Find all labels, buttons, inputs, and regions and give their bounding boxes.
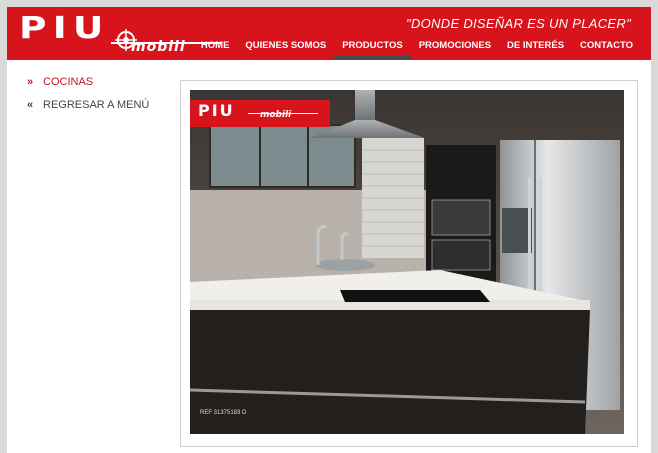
double-chevron-left-icon: « xyxy=(27,99,34,111)
sidebar-item-label: COCINAS xyxy=(43,76,94,88)
nav-contacto[interactable]: CONTACTO xyxy=(572,39,641,60)
badge-main-text: PIU xyxy=(198,101,235,120)
nav-quienes-somos[interactable]: QUIENES SOMOS xyxy=(237,39,334,60)
kitchen-illustration xyxy=(190,90,624,434)
photo-frame: PIU mobili REF 31375183 D xyxy=(180,80,638,447)
tagline: "DONDE DISEÑAR ES UN PLACER" xyxy=(406,16,631,31)
double-chevron-right-icon: » xyxy=(27,76,34,88)
badge-sub-text: mobili xyxy=(260,110,292,120)
logo-main-text: PIU xyxy=(19,11,110,46)
kitchen-photo: PIU mobili REF 31375183 D xyxy=(190,90,624,434)
sidebar-item-label: REGRESAR A MENÚ xyxy=(43,99,150,111)
photo-badge-logo: PIU mobili xyxy=(190,100,330,127)
photo-ref-text: REF 31375183 D xyxy=(200,410,247,416)
sidebar: » COCINAS « REGRESAR A MENÚ xyxy=(27,76,149,122)
nav-home[interactable]: HOME xyxy=(193,39,238,60)
sidebar-item-regresar[interactable]: « REGRESAR A MENÚ xyxy=(27,99,149,111)
header: PIU mobili "DONDE DISEÑAR ES UN PLACER" … xyxy=(7,7,651,60)
nav-productos[interactable]: PRODUCTOS xyxy=(334,39,411,60)
main-nav: HOME QUIENES SOMOS PRODUCTOS PROMOCIONES… xyxy=(193,39,641,60)
logo-sub-text: mobili xyxy=(131,39,186,55)
page: PIU mobili "DONDE DISEÑAR ES UN PLACER" … xyxy=(7,7,651,453)
sidebar-item-cocinas[interactable]: » COCINAS xyxy=(27,76,149,88)
nav-de-interes[interactable]: DE INTERÉS xyxy=(499,39,572,60)
nav-promociones[interactable]: PROMOCIONES xyxy=(411,39,499,60)
